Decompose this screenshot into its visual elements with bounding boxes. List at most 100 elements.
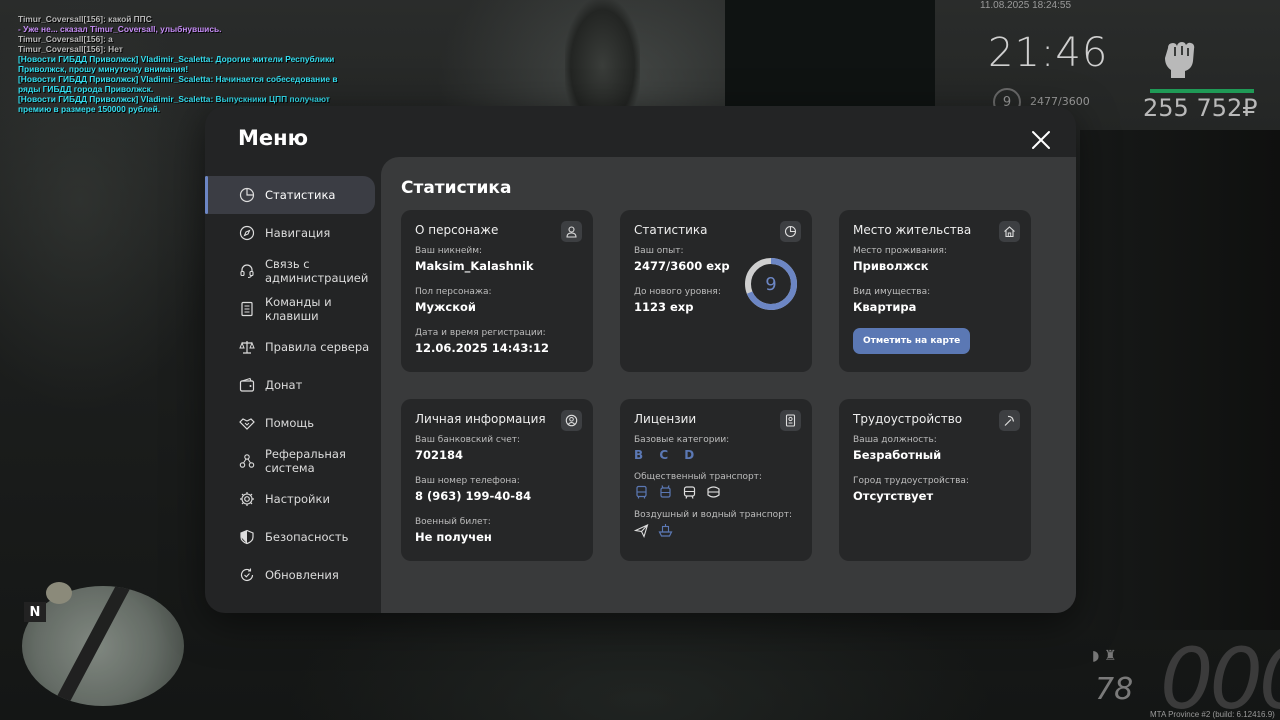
basic-categories-label: Базовые категории: — [634, 435, 730, 445]
menu-title: Меню — [238, 126, 309, 150]
chat-line: [Новости ГИБДД Приволжск] Vladimir_Scale… — [18, 74, 338, 94]
content-title: Статистика — [401, 178, 512, 198]
card-licenses: Лицензии Базовые категории: B C D Общест… — [620, 399, 812, 561]
health-bar — [1150, 89, 1254, 93]
gender-label: Пол персонажа: — [415, 287, 492, 297]
content-panel: Статистика О персонаже Ваш никнейм: Maks… — [381, 157, 1076, 613]
document-icon — [241, 301, 253, 317]
military-value: Не получен — [415, 530, 492, 544]
background-building-right — [1080, 130, 1280, 630]
bank-account-value: 702184 — [415, 448, 464, 462]
scales-icon — [239, 341, 255, 354]
close-icon[interactable] — [1029, 128, 1053, 152]
sidebar-item-help[interactable]: Помощь — [207, 404, 375, 442]
refresh-icon — [240, 568, 254, 581]
phone-value: 8 (963) 199-40-84 — [415, 489, 532, 503]
minimap-north: N — [24, 602, 46, 622]
sidebar-item-referral[interactable]: Реферальная система — [207, 442, 375, 480]
position-label: Ваша должность: — [853, 435, 937, 445]
property-label: Вид имущества: — [853, 287, 931, 297]
bank-account-label: Ваш банковский счет: — [415, 435, 521, 445]
card-character: О персонаже Ваш никнейм: Maksim_Kalashni… — [401, 210, 593, 372]
registration-label: Дата и время регистрации: — [415, 328, 546, 338]
sidebar-item-label: Команды и клавиши — [265, 295, 332, 323]
user-circle-icon — [561, 410, 582, 431]
sidebar-item-donate[interactable]: Донат — [207, 366, 375, 404]
minimap — [22, 586, 184, 706]
pie-chart-icon — [780, 221, 801, 242]
compass-icon — [239, 225, 255, 241]
sidebar-item-updates[interactable]: Обновления — [207, 556, 375, 594]
hud-datetime: 11.08.2025 18:24:55 — [980, 0, 1072, 11]
speedometer-value: 000 — [1160, 630, 1280, 720]
property-value: Квартира — [853, 300, 917, 314]
bank-icon — [46, 582, 72, 604]
headlight-icon: ◗ — [1092, 648, 1100, 664]
trolleybus-icon — [660, 485, 671, 498]
sidebar-item-navigation[interactable]: Навигация — [207, 214, 375, 252]
card-title: Место жительства — [853, 223, 972, 237]
background-building — [725, 0, 935, 110]
network-icon — [239, 454, 255, 468]
boat-icon — [658, 524, 673, 537]
exp-label: Ваш опыт: — [634, 246, 684, 256]
metro-icon — [707, 486, 720, 498]
hud-clock: 21:46 — [988, 30, 1109, 76]
shield-icon — [240, 529, 254, 545]
chat-line: Timur_Coversall[156]: а — [18, 34, 113, 44]
card-title: Лицензии — [634, 412, 697, 426]
card-employment: Трудоустройство Ваша должность: Безработ… — [839, 399, 1031, 561]
fuel-value: 78 — [1095, 672, 1134, 707]
chat-line: Timur_Coversall[156]: какой ППС — [18, 14, 152, 24]
residence-label: Место проживания: — [853, 246, 947, 256]
air-water-label: Воздушный и водный транспорт: — [634, 510, 793, 520]
sidebar-item-rules[interactable]: Правила сервера — [207, 328, 375, 366]
public-transport-icons — [634, 485, 798, 500]
pickaxe-icon — [999, 410, 1020, 431]
sidebar-item-statistics[interactable]: Статистика — [205, 176, 375, 214]
nickname-label: Ваш никнейм: — [415, 246, 483, 256]
sidebar-item-admin-contact[interactable]: Связь с администрацией — [207, 252, 375, 290]
sidebar-item-label: Донат — [265, 378, 303, 392]
hud-money: 255 752₽ — [1143, 94, 1258, 122]
public-transport-label: Общественный транспорт: — [634, 472, 762, 482]
card-title: Трудоустройство — [853, 412, 963, 426]
card-title: Статистика — [634, 223, 708, 237]
sidebar-item-label: Обновления — [265, 568, 339, 582]
sidebar-item-commands[interactable]: Команды и клавиши — [207, 290, 375, 328]
sidebar-item-security[interactable]: Безопасность — [207, 518, 375, 556]
build-info: MTA Province #2 (build: 6.12416.9) — [1150, 710, 1275, 719]
chat-log: Timur_Coversall[156]: какой ППС - Уже не… — [18, 14, 348, 114]
registration-value: 12.06.2025 14:43:12 — [415, 341, 549, 355]
airplane-icon — [634, 523, 649, 538]
card-stats: Статистика Ваш опыт: 2477/3600 exp До но… — [620, 210, 812, 372]
user-icon — [561, 221, 582, 242]
license-icon — [780, 410, 801, 431]
chat-line: Timur_Coversall[156]: Нет — [18, 44, 123, 54]
sidebar-item-label: Безопасность — [265, 530, 349, 544]
wallet-icon — [239, 377, 255, 392]
nickname-value: Maksim_Kalashnik — [415, 259, 534, 273]
air-water-icons — [634, 523, 798, 538]
phone-label: Ваш номер телефона: — [415, 476, 520, 486]
minimap-road — [47, 586, 131, 706]
military-label: Военный билет: — [415, 517, 491, 527]
sidebar-item-label: Правила сервера — [265, 340, 370, 354]
sidebar-item-label: Реферальная система — [265, 447, 346, 475]
card-personal: Личная информация Ваш банковский счет: 7… — [401, 399, 593, 561]
seatbelt-icon: ♜ — [1103, 648, 1117, 664]
sidebar-item-label: Помощь — [265, 416, 315, 430]
gear-icon — [240, 492, 254, 506]
basic-categories-value: B C D — [634, 448, 701, 462]
position-value: Безработный — [853, 448, 942, 462]
mark-on-map-button[interactable]: Отметить на карте — [853, 328, 971, 354]
headset-icon — [240, 264, 254, 279]
gender-value: Мужской — [415, 300, 476, 314]
sidebar-item-label: Настройки — [265, 492, 330, 506]
sidebar-item-label: Связь с администрацией — [265, 257, 369, 285]
sidebar-item-label: Статистика — [265, 188, 336, 202]
chat-line: [Новости ГИБДД Приволжск] Vladimir_Scale… — [18, 54, 335, 74]
sidebar-item-settings[interactable]: Настройки — [207, 480, 375, 518]
bus-icon — [636, 485, 647, 499]
work-city-label: Город трудоустройства: — [853, 476, 969, 486]
